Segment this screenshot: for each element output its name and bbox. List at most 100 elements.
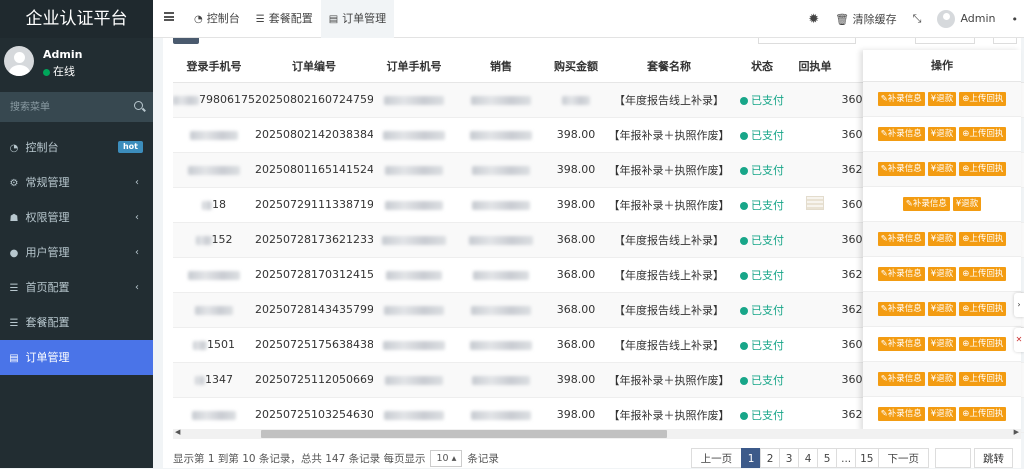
column-header[interactable]: 购买金额: [547, 50, 605, 83]
package-name-cell: 【年度报告线上补录】: [605, 222, 733, 258]
operations-row: ✎补录信息 ¥退款 ⊕上传回执: [863, 397, 1021, 432]
page-button[interactable]: 2: [760, 448, 781, 468]
menu-toggle-icon[interactable]: [164, 12, 174, 21]
order-number-cell: 20250802160724759​6: [255, 82, 373, 118]
upload-receipt-button[interactable]: ⊕上传回执: [959, 92, 1007, 106]
search-icon[interactable]: [134, 101, 143, 110]
refund-button[interactable]: ¥退款: [927, 162, 957, 176]
scroll-right-icon[interactable]: ▶: [1014, 428, 1019, 436]
tab-package-config[interactable]: ☰ 套餐配置: [248, 0, 321, 38]
column-header[interactable]: 销售: [455, 50, 547, 83]
pencil-icon: ✎: [880, 304, 888, 314]
edit-info-button[interactable]: ✎补录信息: [877, 267, 925, 281]
sidebar-item-orders[interactable]: ▤ 订单管理: [0, 340, 153, 375]
refund-button[interactable]: ¥退款: [927, 337, 957, 351]
theme-toggle-icon[interactable]: ✹: [808, 12, 819, 27]
refund-button[interactable]: ¥退款: [952, 197, 982, 211]
sidebar-item-permissions[interactable]: ☗ 权限管理 ‹: [0, 200, 153, 235]
sales-cell: [455, 222, 547, 258]
trash-icon: 🗑︎: [835, 13, 850, 26]
order-number-cell: 20250729111338719​5: [255, 187, 373, 223]
page-button[interactable]: 4: [798, 448, 819, 468]
scroll-left-icon[interactable]: ◀: [175, 428, 180, 436]
sidebar-item-dashboard[interactable]: ◔ 控制台 hot: [0, 130, 153, 165]
prev-page-button[interactable]: 上一页: [690, 448, 743, 468]
app-title[interactable]: 企业认证平台: [0, 0, 153, 38]
page-button[interactable]: 3: [779, 448, 800, 468]
masked-value: [173, 95, 199, 105]
side-float-button[interactable]: ›: [1014, 293, 1024, 317]
status-dot-icon: [740, 236, 748, 245]
refund-button[interactable]: ¥退款: [927, 372, 957, 386]
refund-button[interactable]: ¥退款: [927, 127, 957, 141]
sidebar-item-general[interactable]: ⚙ 常规管理 ‹: [0, 165, 153, 200]
refund-button[interactable]: ¥退款: [927, 232, 957, 246]
sidebar-item-users[interactable]: ● 用户管理 ‹: [0, 235, 153, 270]
column-header[interactable]: 回执单: [791, 50, 839, 83]
masked-value: [195, 375, 205, 385]
user-menu[interactable]: Admin: [937, 10, 996, 28]
tab-dashboard[interactable]: ◔ 控制台: [186, 0, 248, 38]
toolbar-search-box[interactable]: [758, 38, 856, 44]
tab-orders[interactable]: ▤ 订单管理: [320, 0, 395, 38]
operations-row: ✎补录信息 ¥退款: [863, 187, 1021, 222]
column-header[interactable]: 套餐名称: [605, 50, 733, 83]
upload-receipt-button[interactable]: ⊕上传回执: [959, 127, 1007, 141]
page-button[interactable]: 1: [741, 448, 762, 468]
chevron-left-icon: ‹: [135, 212, 139, 223]
upload-receipt-button[interactable]: ⊕上传回执: [959, 302, 1007, 316]
upload-receipt-button[interactable]: ⊕上传回执: [959, 337, 1007, 351]
upload-receipt-button[interactable]: ⊕上传回执: [959, 232, 1007, 246]
toolbar-button[interactable]: [993, 38, 1017, 44]
topbar-right: ✹ 🗑︎ 清除缓存 ⤡ Admin •: [808, 0, 1024, 38]
clear-cache-button[interactable]: 🗑︎ 清除缓存: [835, 11, 896, 27]
next-page-button[interactable]: 下一页: [877, 448, 929, 468]
edit-info-button[interactable]: ✎补录信息: [877, 372, 925, 386]
scrollbar-thumb[interactable]: [261, 430, 667, 438]
refund-button[interactable]: ¥退款: [927, 92, 957, 106]
side-float-button[interactable]: ✕: [1014, 328, 1024, 352]
jump-button[interactable]: 跳转: [974, 448, 1013, 468]
page-size-select[interactable]: 10 ▴: [430, 450, 463, 467]
settings-icon[interactable]: •: [1012, 13, 1019, 26]
upload-receipt-button[interactable]: ⊕上传回执: [959, 267, 1007, 281]
column-header[interactable]: 订单编号: [255, 50, 373, 83]
status-dot-icon: [740, 96, 748, 105]
sidebar-item-package-config[interactable]: ☰ 套餐配置: [0, 305, 153, 340]
column-header[interactable]: 订单手机号: [373, 50, 455, 83]
receipt-thumbnail[interactable]: [806, 196, 824, 210]
sales-cell: [455, 117, 547, 153]
upload-receipt-button[interactable]: ⊕上传回执: [959, 407, 1007, 421]
edit-info-button[interactable]: ✎补录信息: [877, 127, 925, 141]
fullscreen-icon[interactable]: ⤡: [913, 12, 922, 26]
refund-button[interactable]: ¥退款: [927, 302, 957, 316]
package-name-cell: 【年报补录＋执照作废】: [605, 152, 733, 188]
column-header[interactable]: 登录手机号: [173, 50, 255, 83]
edit-info-button[interactable]: ✎补录信息: [877, 337, 925, 351]
package-name-cell: 【年报补录＋执照作废】: [605, 397, 733, 433]
horizontal-scrollbar[interactable]: ◀ ▶: [173, 428, 1021, 439]
login-phone-cell: [173, 257, 255, 293]
receipt-cell[interactable]: [791, 187, 839, 223]
edit-info-button[interactable]: ✎补录信息: [877, 407, 925, 421]
toolbar-button-group[interactable]: [915, 38, 975, 44]
toolbar-button[interactable]: [173, 38, 199, 44]
column-header[interactable]: 状态: [733, 50, 791, 83]
edit-info-button[interactable]: ✎补录信息: [877, 232, 925, 246]
refund-button[interactable]: ¥退款: [927, 267, 957, 281]
page-button[interactable]: 5: [817, 448, 838, 468]
package-name-cell: 【年报补录＋执照作废】: [605, 187, 733, 223]
page-button[interactable]: 15: [855, 448, 879, 468]
menu-search-input[interactable]: [0, 92, 153, 122]
sidebar-item-homepage-config[interactable]: ☰ 首页配置 ‹: [0, 270, 153, 305]
edit-info-button[interactable]: ✎补录信息: [877, 162, 925, 176]
order-number-cell: 20250802142038384​8: [255, 117, 373, 153]
masked-value: [384, 305, 444, 315]
refund-button[interactable]: ¥退款: [927, 407, 957, 421]
edit-info-button[interactable]: ✎补录信息: [877, 92, 925, 106]
upload-receipt-button[interactable]: ⊕上传回执: [959, 372, 1007, 386]
edit-info-button[interactable]: ✎补录信息: [877, 302, 925, 316]
jump-page-input[interactable]: [935, 448, 971, 468]
edit-info-button[interactable]: ✎补录信息: [902, 197, 950, 211]
upload-receipt-button[interactable]: ⊕上传回执: [959, 162, 1007, 176]
